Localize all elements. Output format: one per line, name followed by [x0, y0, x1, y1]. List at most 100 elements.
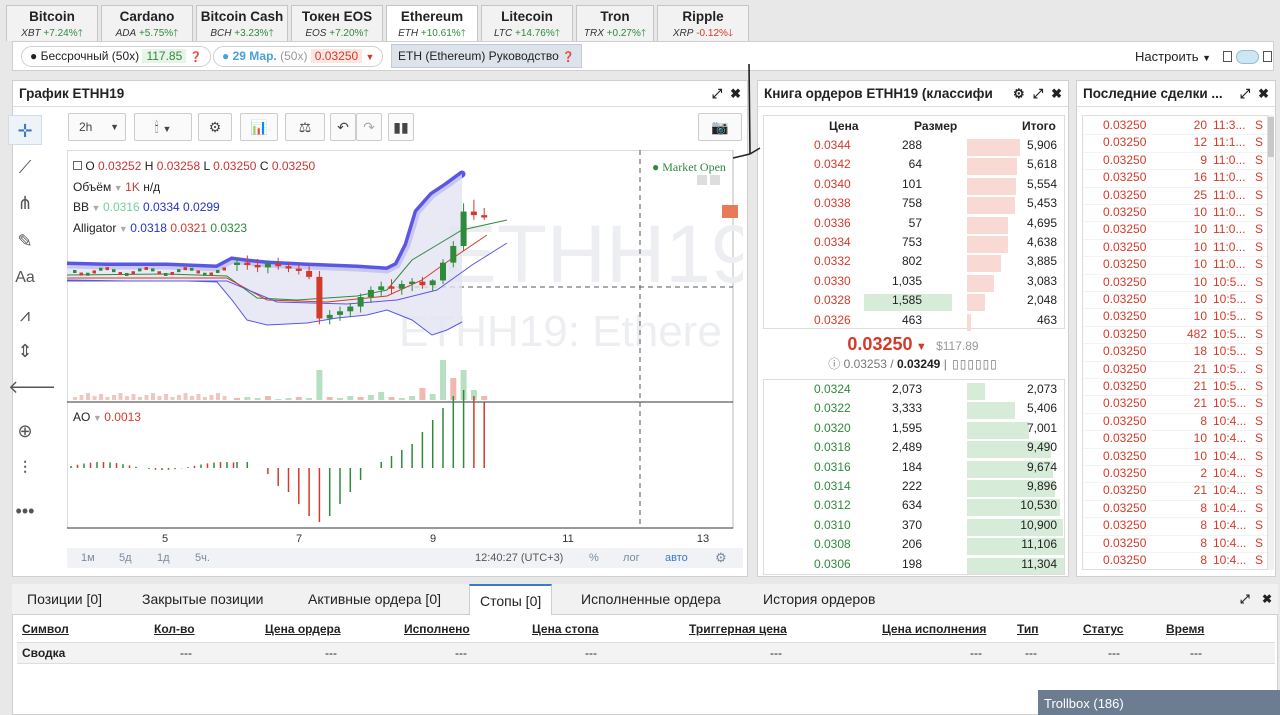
ask-row[interactable]: 0.0334 753 4,638: [764, 235, 1064, 254]
pattern-tool[interactable]: ⩘: [8, 300, 42, 330]
close-icon[interactable]: ✖: [1051, 86, 1062, 101]
bid-row[interactable]: 0.0310 370 10,900: [764, 518, 1064, 537]
orders-column-header[interactable]: Цена ордера: [265, 622, 341, 636]
bid-row[interactable]: 0.0318 2,489 9,490: [764, 440, 1064, 459]
collapse-box-icon[interactable]: [73, 161, 82, 170]
order-price: 0.0330: [814, 273, 851, 288]
scrollbar[interactable]: [1268, 115, 1274, 570]
candle-type-button[interactable]: 🕯 ▼: [134, 113, 192, 141]
guide-button[interactable]: ETH (Ethereum) Руководство ❓: [391, 44, 582, 68]
expand-icon[interactable]: ⤢: [1240, 86, 1250, 101]
gear-icon[interactable]: ⚙: [715, 550, 727, 566]
ask-row[interactable]: 0.0328 1,585 2,048: [764, 293, 1064, 312]
currency-tab[interactable]: Bitcoin XBT +7.24%🡑: [6, 5, 98, 41]
percent-toggle[interactable]: %: [589, 552, 599, 564]
back-arrow-icon[interactable]: 🡐: [8, 372, 56, 402]
bid-row[interactable]: 0.0324 2,073 2,073: [764, 382, 1064, 401]
order-price: 0.0328: [814, 293, 851, 308]
watermark-symbol: ETHH19: [442, 209, 743, 300]
bid-row[interactable]: 0.0320 1,595 7,001: [764, 421, 1064, 440]
trendline-tool[interactable]: ⟋: [8, 152, 42, 182]
orders-tab[interactable]: Стопы [0]: [469, 584, 553, 615]
toggle-switch[interactable]: [1236, 50, 1259, 64]
orders-column-header[interactable]: Время: [1166, 622, 1204, 636]
orders-column-header[interactable]: Символ: [22, 622, 69, 636]
ask-row[interactable]: 0.0330 1,035 3,083: [764, 274, 1064, 293]
ask-row[interactable]: 0.0338 758 5,453: [764, 196, 1064, 215]
bid-row[interactable]: 0.0322 3,333 5,406: [764, 401, 1064, 420]
ask-row[interactable]: 0.0340 101 5,554: [764, 177, 1064, 196]
expand-icon[interactable]: ⤢: [1033, 86, 1043, 101]
measure-tool[interactable]: ⇕: [8, 336, 42, 366]
ask-row[interactable]: 0.0332 802 3,885: [764, 254, 1064, 273]
more-icon[interactable]: •••: [8, 496, 42, 526]
orders-column-header[interactable]: Триггерная цена: [689, 622, 787, 636]
currency-tab[interactable]: Cardano ADA +5.75%🡑: [101, 5, 193, 41]
currency-tab[interactable]: Litecoin LTC +14.76%🡑: [481, 5, 573, 41]
perpetual-contract-pill[interactable]: ● Бессрочный (50x) 117.85 ❓: [21, 46, 212, 67]
orders-tab[interactable]: Исполненные ордера: [571, 584, 731, 615]
trades-list[interactable]: 0.03250 20 11:3... S 0.03250 12 11:1... S 0.0325…: [1082, 115, 1268, 570]
orders-column-header[interactable]: Тип: [1017, 622, 1039, 636]
trollbox-tab[interactable]: Trollbox (186): [1038, 690, 1280, 715]
orders-column-header[interactable]: Исполнено: [404, 622, 470, 636]
fork-tool[interactable]: ⋔: [8, 188, 42, 218]
orders-tab[interactable]: Позиции [0]: [17, 584, 112, 615]
order-size: 753: [901, 235, 922, 249]
trade-price: 0.03250: [1103, 448, 1147, 463]
currency-change: +7.24%: [43, 28, 78, 39]
brush-tool[interactable]: ✎: [8, 226, 42, 256]
alligator-value-3: 0.0323: [210, 221, 248, 235]
orders-tab[interactable]: История ордеров: [753, 584, 885, 615]
bid-row[interactable]: 0.0314 222 9,896: [764, 479, 1064, 498]
range-5d[interactable]: 5д: [119, 552, 132, 564]
range-1m[interactable]: 1м: [81, 552, 95, 564]
currency-tab[interactable]: Ethereum ETH +10.61%🡑: [386, 5, 478, 43]
bid-row[interactable]: 0.0308 206 11,106: [764, 537, 1064, 556]
x-tick-label: 11: [562, 533, 573, 545]
order-price: 0.0322: [814, 401, 851, 416]
currency-tab[interactable]: Токен EOS EOS +7.20%🡑: [291, 5, 383, 41]
range-1d[interactable]: 1д: [157, 552, 170, 564]
theme-toggle[interactable]: [1223, 49, 1273, 65]
expand-icon[interactable]: ⤢: [712, 86, 722, 101]
orders-tab[interactable]: Активные ордера [0]: [298, 584, 451, 615]
orders-column-header[interactable]: Цена исполнения: [882, 622, 986, 636]
currency-tab[interactable]: Bitcoin Cash BCH +3.23%🡑: [196, 5, 288, 41]
ask-row[interactable]: 0.0342 64 5,618: [764, 157, 1064, 176]
close-icon[interactable]: ✖: [1262, 592, 1272, 606]
magnet-icon[interactable]: ⫶: [8, 453, 42, 483]
log-toggle[interactable]: лог: [623, 552, 640, 564]
orders-column-header[interactable]: Цена стопа: [532, 622, 599, 636]
bars-button[interactable]: ▮▮: [388, 113, 414, 141]
currency-tab[interactable]: Tron TRX +0.27%🡑: [576, 5, 654, 41]
redo-button[interactable]: ↷: [356, 113, 382, 141]
range-5h[interactable]: 5ч.: [195, 552, 210, 564]
candle-body: [337, 311, 343, 315]
settings-menu[interactable]: Настроить ▼: [1135, 49, 1211, 64]
bid-row[interactable]: 0.0306 198 11,304: [764, 557, 1064, 574]
chart-settings-button[interactable]: ⚙: [198, 113, 232, 141]
undo-button[interactable]: ↶: [330, 113, 356, 141]
zoom-icon[interactable]: ⊕: [8, 416, 42, 446]
interval-select[interactable]: 2h ▼: [68, 113, 126, 141]
ask-row[interactable]: 0.0336 57 4,695: [764, 216, 1064, 235]
orders-tab[interactable]: Закрытые позиции: [132, 584, 273, 615]
close-icon[interactable]: ✖: [1258, 86, 1269, 101]
indicators-button[interactable]: 📊: [240, 113, 278, 141]
ask-row[interactable]: 0.0344 288 5,906: [764, 138, 1064, 157]
trade-price: 0.03250: [1103, 361, 1147, 376]
bid-row[interactable]: 0.0316 184 9,674: [764, 460, 1064, 479]
dated-contract-pill[interactable]: ● 29 Мар. (50x) 0.03250 ▼: [213, 46, 384, 67]
currency-tab[interactable]: Ripple XRP -0.12%🡓: [657, 5, 749, 41]
bid-row[interactable]: 0.0312 634 10,530: [764, 498, 1064, 517]
gear-icon[interactable]: ⚙: [1013, 86, 1025, 101]
compare-button[interactable]: ⚖: [285, 113, 325, 141]
crosshair-tool[interactable]: ✛: [8, 115, 42, 145]
orders-column-header[interactable]: Кол-во: [154, 622, 195, 636]
expand-icon[interactable]: ⤢: [1240, 592, 1250, 607]
orders-column-header[interactable]: Статус: [1083, 622, 1123, 636]
auto-toggle[interactable]: авто: [665, 552, 688, 564]
text-tool[interactable]: Aa: [8, 263, 42, 293]
ask-row[interactable]: 0.0326 463 463: [764, 313, 1064, 332]
